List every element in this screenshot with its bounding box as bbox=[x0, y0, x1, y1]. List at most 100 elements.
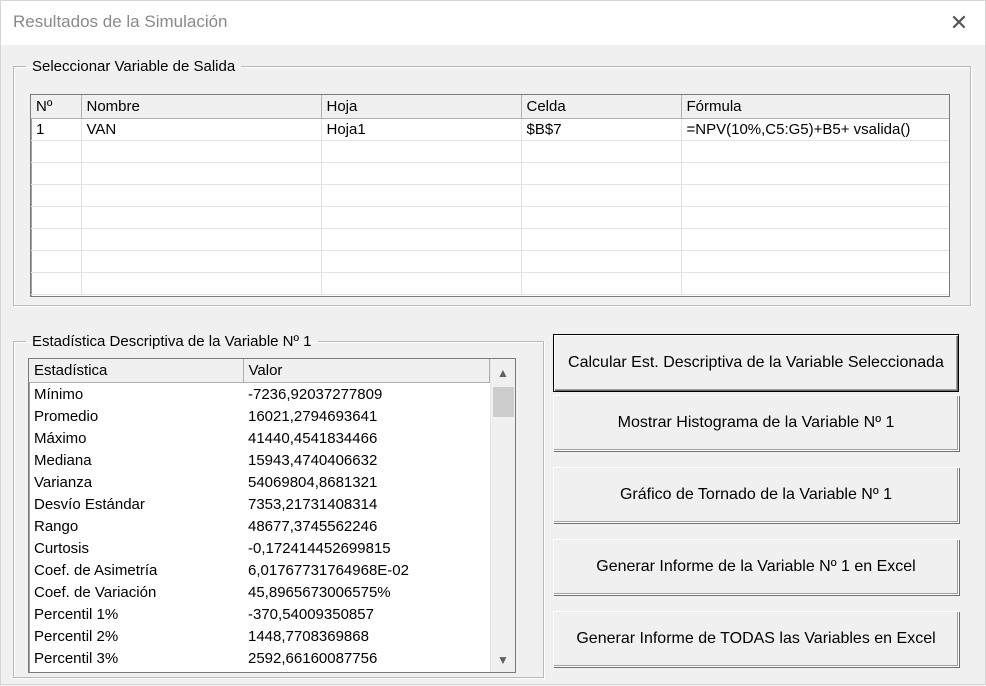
stat-name: Rango bbox=[34, 517, 79, 535]
show-histogram-button[interactable]: Mostrar Histograma de la Variable Nº 1 bbox=[553, 395, 959, 451]
table-row[interactable]: Coef. de Variación 45,8965673006575% bbox=[29, 581, 489, 603]
stats-grid[interactable]: Estadística Valor Mínimo -7236,92037277809… bbox=[28, 358, 516, 673]
table-row[interactable] bbox=[31, 184, 949, 207]
table-cell bbox=[31, 162, 82, 185]
stat-name: Varianza bbox=[34, 473, 93, 491]
table-cell bbox=[521, 272, 682, 295]
stats-group-legend: Estadística Descriptiva de la Variable N… bbox=[32, 333, 312, 350]
stat-name: Percentil 1% bbox=[34, 605, 119, 623]
column-header[interactable]: Nº bbox=[31, 95, 82, 119]
table-row[interactable] bbox=[31, 206, 949, 229]
column-header[interactable]: Hoja bbox=[321, 95, 522, 119]
table-cell bbox=[81, 184, 322, 207]
window-title: Resultados de la Simulación bbox=[13, 12, 228, 31]
table-row[interactable]: Curtosis -0,172414452699815 bbox=[29, 537, 489, 559]
table-row[interactable]: Coef. de Asimetría 6,01767731764968E-02 bbox=[29, 559, 489, 581]
table-cell: VAN bbox=[81, 118, 322, 141]
stat-value: 6,01767731764968E-02 bbox=[248, 561, 409, 579]
table-row[interactable]: 1 VAN Hoja1 $B$7 =NPV(10%,C5:G5)+B5+ vsalida… bbox=[31, 118, 949, 141]
column-header[interactable]: Nombre bbox=[81, 95, 322, 119]
table-cell bbox=[31, 184, 82, 207]
table-cell: 1 bbox=[31, 118, 82, 141]
calculate-stats-button[interactable]: Calcular Est. Descriptiva de la Variable… bbox=[553, 334, 959, 392]
table-cell bbox=[81, 162, 322, 185]
output-variables-grid[interactable]: Nº Nombre Hoja Celda Fórmula 1 VAN Hoja1 $B$7 =N… bbox=[30, 94, 950, 297]
table-cell bbox=[521, 140, 682, 163]
table-cell bbox=[31, 140, 82, 163]
table-row[interactable]: Rango 48677,3745562246 bbox=[29, 515, 489, 537]
table-row[interactable]: Percentil 2% 1448,7708369868 bbox=[29, 625, 489, 647]
table-cell bbox=[31, 272, 82, 295]
generate-variable-report-button[interactable]: Generar Informe de la Variable Nº 1 en E… bbox=[553, 539, 959, 595]
column-header[interactable]: Fórmula bbox=[681, 95, 949, 119]
stat-name: Curtosis bbox=[34, 539, 90, 557]
table-row[interactable]: Percentil 3% 2592,66160087756 bbox=[29, 647, 489, 669]
table-row[interactable] bbox=[31, 228, 949, 251]
table-row[interactable]: Mediana 15943,4740406632 bbox=[29, 449, 489, 471]
grid-header-row: Nº Nombre Hoja Celda Fórmula bbox=[31, 95, 949, 119]
stat-value: -0,172414452699815 bbox=[248, 539, 391, 557]
stat-name: Desvío Estándar bbox=[34, 495, 145, 513]
table-cell bbox=[81, 206, 322, 229]
stat-name: Máximo bbox=[34, 429, 87, 447]
stat-value: 45,8965673006575% bbox=[248, 583, 391, 601]
table-cell bbox=[681, 162, 949, 185]
stat-value: 2592,66160087756 bbox=[248, 649, 378, 667]
title-bar: Resultados de la Simulación ✕ bbox=[0, 0, 986, 45]
table-cell bbox=[321, 184, 522, 207]
table-cell bbox=[521, 206, 682, 229]
table-row[interactable]: Percentil 1% -370,54009350857 bbox=[29, 603, 489, 625]
column-header[interactable]: Valor bbox=[243, 359, 490, 383]
stats-scrollbar[interactable]: ▲ ▼ bbox=[490, 359, 515, 672]
generate-all-reports-button[interactable]: Generar Informe de TODAS las Variables e… bbox=[553, 611, 959, 667]
table-cell bbox=[521, 228, 682, 251]
table-cell bbox=[681, 184, 949, 207]
table-row[interactable] bbox=[31, 162, 949, 185]
table-cell: =NPV(10%,C5:G5)+B5+ vsalida() bbox=[681, 118, 949, 141]
table-cell bbox=[321, 272, 522, 295]
table-row[interactable] bbox=[31, 140, 949, 163]
table-cell: Hoja1 bbox=[321, 118, 522, 141]
table-cell bbox=[681, 206, 949, 229]
column-header[interactable]: Celda bbox=[521, 95, 682, 119]
table-cell bbox=[321, 162, 522, 185]
stats-header-row: Estadística Valor bbox=[29, 359, 490, 383]
table-cell bbox=[521, 184, 682, 207]
stat-value: 15943,4740406632 bbox=[248, 451, 378, 469]
table-row[interactable]: Desvío Estándar 7353,21731408314 bbox=[29, 493, 489, 515]
table-cell bbox=[81, 140, 322, 163]
table-cell: $B$7 bbox=[521, 118, 682, 141]
scroll-down-icon[interactable]: ▼ bbox=[491, 648, 515, 672]
table-cell bbox=[681, 228, 949, 251]
table-cell bbox=[31, 228, 82, 251]
stat-value: 16021,2794693641 bbox=[248, 407, 378, 425]
table-cell bbox=[321, 206, 522, 229]
stat-name: Percentil 2% bbox=[34, 627, 119, 645]
output-group-legend: Seleccionar Variable de Salida bbox=[32, 58, 236, 75]
table-row[interactable]: Mínimo -7236,92037277809 bbox=[29, 383, 489, 406]
scroll-thumb[interactable] bbox=[493, 387, 514, 417]
table-cell bbox=[31, 206, 82, 229]
table-cell bbox=[681, 140, 949, 163]
table-cell bbox=[31, 250, 82, 273]
table-cell bbox=[321, 140, 522, 163]
table-cell bbox=[321, 250, 522, 273]
table-cell bbox=[681, 250, 949, 273]
table-row[interactable] bbox=[31, 272, 949, 295]
table-row[interactable]: Máximo 41440,4541834466 bbox=[29, 427, 489, 449]
stat-value: 41440,4541834466 bbox=[248, 429, 378, 447]
scroll-up-icon[interactable]: ▲ bbox=[491, 361, 515, 385]
table-row[interactable]: Promedio 16021,2794693641 bbox=[29, 405, 489, 427]
stat-value: -7236,92037277809 bbox=[248, 385, 383, 403]
table-cell bbox=[521, 162, 682, 185]
close-icon[interactable]: ✕ bbox=[939, 5, 979, 41]
stat-name: Promedio bbox=[34, 407, 99, 425]
stat-name: Mediana bbox=[34, 451, 92, 469]
table-row[interactable] bbox=[31, 250, 949, 273]
stat-value: 7353,21731408314 bbox=[248, 495, 378, 513]
table-row[interactable]: Varianza 54069804,8681321 bbox=[29, 471, 489, 493]
column-header[interactable]: Estadística bbox=[29, 359, 244, 383]
stat-value: 1448,7708369868 bbox=[248, 627, 369, 645]
tornado-chart-button[interactable]: Gráfico de Tornado de la Variable Nº 1 bbox=[553, 467, 959, 523]
stat-name: Coef. de Variación bbox=[34, 583, 157, 601]
